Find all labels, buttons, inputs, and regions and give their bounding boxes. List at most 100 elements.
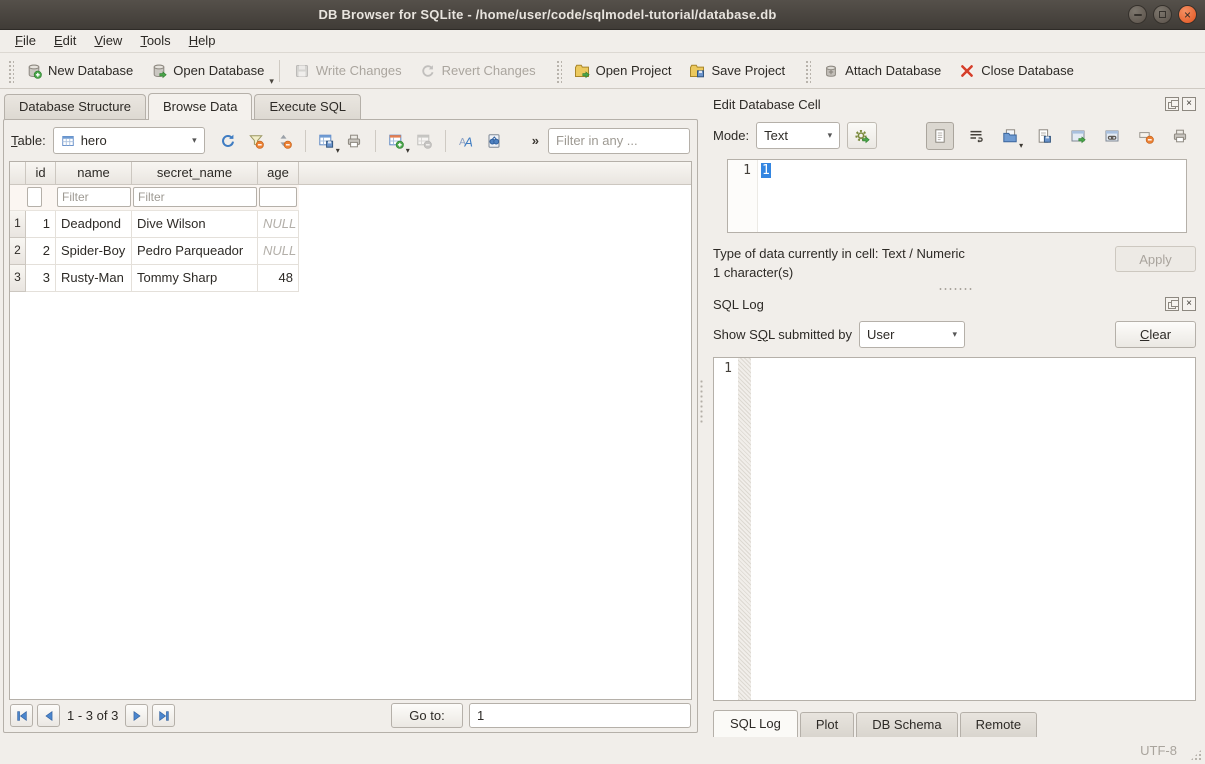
chevron-down-icon: ▾ (406, 146, 410, 155)
dock-tab-plot[interactable]: Plot (800, 712, 854, 737)
cell-id[interactable]: 3 (26, 265, 56, 292)
open-database-dropdown-caret[interactable]: ▾ (269, 76, 274, 88)
dock-splitter[interactable] (713, 282, 1196, 294)
row-header[interactable]: 3 (10, 265, 26, 292)
cell-type-info: Type of data currently in cell: Text / N… (713, 244, 1101, 263)
first-record-button[interactable] (10, 704, 33, 727)
toolbar-drag-handle[interactable] (804, 59, 811, 83)
set-null-button[interactable] (1133, 123, 1158, 148)
goto-button[interactable]: Go to: (391, 703, 463, 728)
find-in-table-button[interactable] (482, 128, 507, 153)
column-header-secret-name[interactable]: secret_name (132, 162, 258, 185)
insert-record-button[interactable]: ▾ (384, 128, 409, 153)
text-view-toggle-button[interactable] (926, 122, 954, 150)
cell-id[interactable]: 2 (26, 238, 56, 265)
float-dock-icon[interactable] (1165, 297, 1179, 311)
print-cell-button[interactable] (1167, 123, 1192, 148)
dock-tab-remote[interactable]: Remote (960, 712, 1038, 737)
menu-tools[interactable]: Tools (131, 31, 179, 51)
cell-age[interactable]: NULL (258, 211, 299, 238)
refresh-button[interactable] (216, 128, 241, 153)
filter-input-age[interactable] (259, 187, 297, 207)
previous-record-button[interactable] (37, 704, 60, 727)
tab-database-structure[interactable]: Database Structure (4, 94, 146, 119)
cell-name[interactable]: Spider-Boy (56, 238, 132, 265)
last-record-icon (157, 709, 171, 723)
menu-edit[interactable]: Edit (45, 31, 85, 51)
close-database-icon (959, 63, 975, 79)
open-in-external-button[interactable] (1065, 123, 1090, 148)
clear-log-button[interactable]: Clear (1115, 321, 1196, 348)
cell-secret-name[interactable]: Dive Wilson (132, 211, 258, 238)
cell-age[interactable]: 48 (258, 265, 299, 292)
auto-switch-mode-button[interactable] (847, 122, 877, 149)
close-dock-icon[interactable]: × (1182, 97, 1196, 111)
menu-help[interactable]: Help (180, 31, 225, 51)
menu-file[interactable]: File (6, 31, 45, 51)
maximize-button[interactable] (1153, 5, 1172, 24)
attach-database-button[interactable]: Attach Database (814, 59, 950, 83)
open-project-button[interactable]: Open Project (565, 59, 681, 83)
column-header-filler (299, 162, 691, 185)
sql-source-select[interactable]: User ▾ (859, 321, 965, 348)
resize-grip-icon[interactable] (1190, 749, 1202, 761)
clear-sorting-button[interactable] (272, 128, 297, 153)
close-database-button[interactable]: Close Database (950, 59, 1083, 83)
toolbar-drag-handle[interactable] (7, 59, 14, 83)
last-record-button[interactable] (152, 704, 175, 727)
column-header-id[interactable]: id (26, 162, 56, 185)
cell-secret-name[interactable]: Tommy Sharp (132, 265, 258, 292)
save-table-button[interactable]: ▾ (314, 128, 339, 153)
next-record-button[interactable] (125, 704, 148, 727)
cell-value-editor[interactable]: 1 1 (727, 159, 1187, 233)
cell-editor-content: 1 (761, 163, 771, 178)
dock-tab-db-schema[interactable]: DB Schema (856, 712, 957, 737)
export-cell-data-button[interactable] (1031, 123, 1056, 148)
column-header-name[interactable]: name (56, 162, 132, 185)
tab-execute-sql[interactable]: Execute SQL (254, 94, 361, 119)
sql-log-title: SQL Log (713, 297, 764, 312)
cell-age[interactable]: NULL (258, 238, 299, 265)
sql-log-editor[interactable]: 1 (713, 357, 1196, 701)
first-record-icon (15, 709, 29, 723)
printer-icon (1172, 128, 1188, 144)
sql-log-controls: Show SQL submitted by User ▾ Clear (713, 319, 1196, 349)
clear-filters-button[interactable] (244, 128, 269, 153)
window-title: DB Browser for SQLite - /home/user/code/… (0, 7, 1095, 22)
filter-any-column-input[interactable] (548, 128, 690, 154)
print-table-button[interactable] (342, 128, 367, 153)
toolbar-drag-handle[interactable] (555, 59, 562, 83)
clear-filter-icon (248, 133, 264, 149)
toolbar-overflow-chevron[interactable]: » (526, 133, 545, 148)
close-button[interactable]: × (1178, 5, 1197, 24)
menu-view[interactable]: View (85, 31, 131, 51)
cell-id[interactable]: 1 (26, 211, 56, 238)
import-cell-data-button[interactable]: ▾ (997, 123, 1022, 148)
cell-name[interactable]: Rusty-Man (56, 265, 132, 292)
cell-name[interactable]: Deadpond (56, 211, 132, 238)
minimize-button[interactable] (1128, 5, 1147, 24)
goto-record-input[interactable] (469, 703, 691, 728)
filter-input-name[interactable] (57, 187, 131, 207)
toolbar-separator (279, 60, 280, 82)
filter-input-secret-name[interactable] (133, 187, 257, 207)
cell-secret-name[interactable]: Pedro Parqueador (132, 238, 258, 265)
table-label: Table: (11, 133, 46, 148)
column-header-age[interactable]: age (258, 162, 299, 185)
filter-input-id[interactable] (27, 187, 42, 207)
row-header[interactable]: 1 (10, 211, 26, 238)
tab-browse-data[interactable]: Browse Data (148, 93, 252, 120)
copy-link-button[interactable] (1099, 123, 1124, 148)
mode-select[interactable]: Text ▾ (756, 122, 840, 149)
table-select[interactable]: hero ▾ (53, 127, 205, 154)
dock-tab-sql-log[interactable]: SQL Log (713, 710, 798, 737)
new-database-button[interactable]: New Database (17, 59, 142, 83)
open-database-button[interactable]: Open Database (142, 59, 273, 83)
save-project-button[interactable]: Save Project (680, 59, 794, 83)
float-dock-icon[interactable] (1165, 97, 1179, 111)
close-dock-icon[interactable]: × (1182, 297, 1196, 311)
font-settings-button[interactable] (454, 128, 479, 153)
word-wrap-button[interactable] (963, 123, 988, 148)
row-header[interactable]: 2 (10, 238, 26, 265)
encoding-indicator[interactable]: UTF-8 (1140, 743, 1177, 758)
